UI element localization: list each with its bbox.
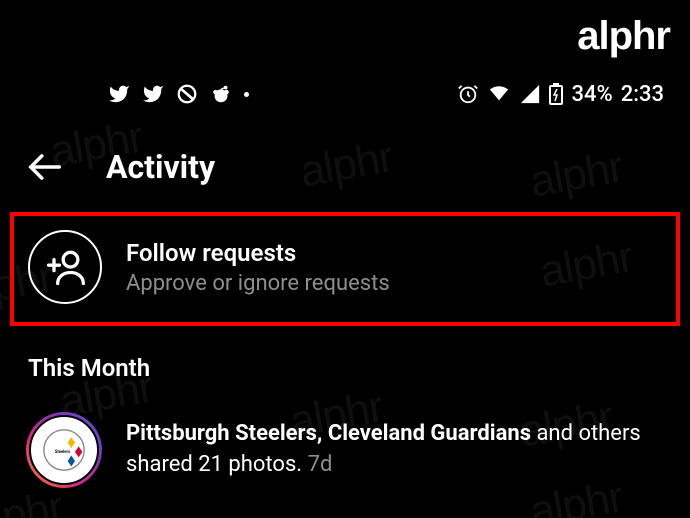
activity-account-2: Cleveland Guardians [328,421,531,446]
status-indicators: 34% 2:33 [457,82,664,107]
twitter-icon [108,83,130,105]
activity-item[interactable]: Steelers Pittsburgh Steelers, Cleveland … [26,412,664,488]
avatar-story-ring: Steelers [26,412,102,488]
activity-account-1: Pittsburgh Steelers [126,421,317,446]
brand-logo: alphr [577,14,670,59]
svg-text:Steelers: Steelers [55,450,70,455]
app-notification-icon [176,83,198,105]
back-button[interactable] [26,148,64,186]
follow-requests-subtitle: Approve or ignore requests [126,271,390,296]
header: Activity [0,148,690,186]
activity-time: 7d [308,452,333,477]
alarm-icon [457,83,479,105]
follow-requests-title: Follow requests [126,239,390,267]
wifi-icon [487,83,511,105]
clock-time: 2:33 [621,82,664,107]
avatar-image: Steelers [29,415,99,485]
follow-requests-item[interactable]: Follow requests Approve or ignore reques… [10,212,680,326]
battery-icon [549,83,563,105]
signal-icon [519,83,541,105]
page-title: Activity [106,148,215,186]
status-notifications [108,83,249,105]
follow-requests-text: Follow requests Approve or ignore reques… [126,239,390,296]
follow-requests-icon [28,230,102,304]
section-header-this-month: This Month [28,354,150,382]
battery-percent: 34% [571,82,612,107]
steelers-logo-icon: Steelers [42,428,86,472]
more-notifications-dot [244,92,249,97]
activity-text: Pittsburgh Steelers, Cleveland Guardians… [126,419,664,481]
status-bar: 34% 2:33 [0,78,690,110]
twitter-icon [142,83,164,105]
reddit-icon [210,83,232,105]
